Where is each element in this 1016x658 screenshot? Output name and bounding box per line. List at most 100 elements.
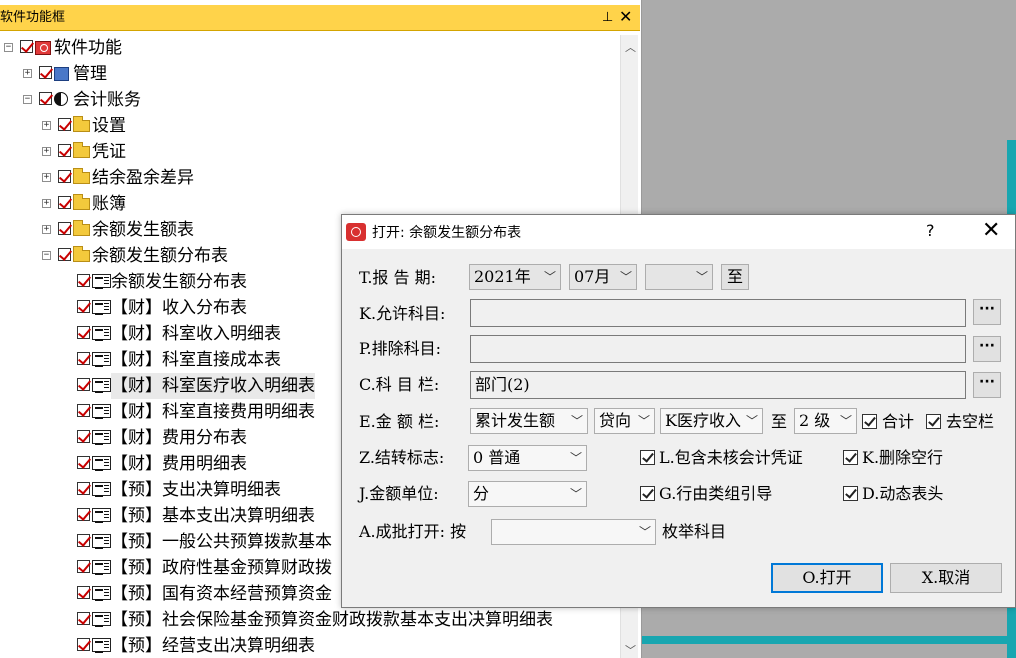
delete-empty-rows-checkbox[interactable] — [843, 450, 858, 465]
tree-item[interactable]: − 软件功能 — [0, 35, 620, 61]
tree-item-label: 账簿 — [92, 194, 126, 214]
tree-item[interactable]: + 管理 — [0, 61, 620, 87]
chevron-down-icon: ﹀ — [569, 451, 582, 465]
tree-item[interactable]: 【预】社会保险基金预算资金财政拨款基本支出决算明细表 — [0, 607, 620, 633]
group-guide-checkbox[interactable] — [640, 486, 655, 501]
tree-item-checkbox[interactable] — [77, 378, 90, 391]
close-button[interactable]: ✕ — [982, 218, 1000, 243]
tree-item-checkbox[interactable] — [77, 482, 90, 495]
batch-open-select[interactable]: ﹀ — [491, 519, 656, 545]
report-icon — [92, 638, 111, 653]
amount-unit-select[interactable]: 分 ﹀ — [468, 481, 587, 507]
tree-item[interactable]: + 凭证 — [0, 139, 620, 165]
tree-item-checkbox[interactable] — [77, 326, 90, 339]
direction-select[interactable]: 贷向 ﹀ — [594, 408, 655, 434]
tree-item-checkbox[interactable] — [77, 534, 90, 547]
tree-item-checkbox[interactable] — [39, 92, 52, 105]
delete-empty-rows-label: K.删除空行 — [862, 448, 944, 467]
cancel-button[interactable]: X.取消 — [890, 563, 1002, 593]
expand-icon[interactable]: + — [42, 147, 51, 156]
amount-item-select[interactable]: K医疗收入 ﹀ — [660, 408, 763, 434]
include-unaudited-checkbox[interactable] — [640, 450, 655, 465]
tree-item-checkbox[interactable] — [77, 274, 90, 287]
tree-item-checkbox[interactable] — [77, 404, 90, 417]
open-button[interactable]: O.打开 — [771, 563, 883, 593]
period-label: T.报 告 期: — [359, 268, 436, 287]
expand-icon[interactable]: + — [42, 199, 51, 208]
tree-item-checkbox[interactable] — [77, 560, 90, 573]
tree-item[interactable]: + 设置 — [0, 113, 620, 139]
remove-empty-col-label: 去空栏 — [946, 412, 995, 431]
tree-item-label: 【财】收入分布表 — [111, 298, 247, 318]
carry-flag-select[interactable]: 0 普通 ﹀ — [468, 445, 587, 471]
folder-icon — [73, 194, 90, 210]
tree-item-checkbox[interactable] — [58, 222, 71, 235]
expand-icon[interactable]: + — [23, 69, 32, 78]
tree-item-checkbox[interactable] — [77, 430, 90, 443]
exclude-subject-label: P.排除科目: — [359, 339, 442, 358]
pin-icon[interactable]: ⊥ — [602, 5, 613, 31]
tree-item-checkbox[interactable] — [77, 586, 90, 599]
report-icon — [92, 404, 111, 419]
amount-column-label: E.金 额 栏: — [359, 412, 440, 431]
year-select[interactable]: 2021年 ﹀ — [469, 264, 561, 290]
tree-item-label: 【预】一般公共预算拨款基本 — [111, 532, 332, 552]
tree-item-label: 设置 — [92, 116, 126, 136]
help-button[interactable]: ? — [926, 221, 935, 240]
subject-column-input[interactable]: 部门(2) — [470, 371, 966, 399]
group-guide-label: G.行由类组引导 — [659, 484, 773, 503]
subject-column-browse-button[interactable]: ··· — [973, 372, 1001, 398]
exclude-subject-browse-button[interactable]: ··· — [973, 336, 1001, 362]
tree-item[interactable]: 【预】经营支出决算明细表 — [0, 633, 620, 658]
level-select[interactable]: 2 级 ﹀ — [794, 408, 857, 434]
scroll-down-icon[interactable]: ﹀ — [625, 642, 636, 658]
tree-item-checkbox[interactable] — [77, 508, 90, 521]
level-value: 2 级 — [799, 411, 831, 430]
tree-item-checkbox[interactable] — [77, 638, 90, 651]
tree-item-checkbox[interactable] — [39, 66, 52, 79]
chevron-down-icon: ﹀ — [637, 414, 650, 428]
tree-item-checkbox[interactable] — [20, 40, 33, 53]
tree-item-label: 余额发生额分布表 — [92, 246, 228, 266]
period-end-select[interactable]: ﹀ — [645, 264, 713, 290]
tree-item-label: 【财】科室医疗收入明细表 — [111, 373, 315, 399]
report-icon — [92, 560, 111, 575]
tree-item-checkbox[interactable] — [77, 352, 90, 365]
tree-item-checkbox[interactable] — [77, 456, 90, 469]
allow-subject-input[interactable] — [470, 299, 966, 327]
collapse-icon[interactable]: − — [4, 43, 13, 52]
tree-item-checkbox[interactable] — [58, 118, 71, 131]
expand-icon[interactable]: + — [42, 173, 51, 182]
exclude-subject-input[interactable] — [470, 335, 966, 363]
tree-item[interactable]: − 会计账务 — [0, 87, 620, 113]
amount-type-select[interactable]: 累计发生额 ﹀ — [470, 408, 588, 434]
tree-item-checkbox[interactable] — [58, 170, 71, 183]
tree-item-checkbox[interactable] — [58, 144, 71, 157]
month-select[interactable]: 07月 ﹀ — [569, 264, 637, 290]
report-icon — [92, 586, 111, 601]
close-icon[interactable]: ✕ — [619, 4, 632, 30]
tree-item-label: 【财】费用分布表 — [111, 428, 247, 448]
tree-item-label: 会计账务 — [73, 90, 141, 110]
tree-item-checkbox[interactable] — [77, 300, 90, 313]
chevron-down-icon: ﹀ — [745, 414, 758, 428]
tree-item-checkbox[interactable] — [77, 612, 90, 625]
tree-item-checkbox[interactable] — [58, 196, 71, 209]
mgr-icon — [54, 67, 69, 81]
to-button[interactable]: 至 — [721, 264, 749, 290]
scroll-up-icon[interactable]: ︿ — [625, 39, 636, 55]
dynamic-header-checkbox[interactable] — [843, 486, 858, 501]
tree-item-checkbox[interactable] — [58, 248, 71, 261]
remove-empty-col-checkbox[interactable] — [926, 414, 941, 429]
collapse-icon[interactable]: − — [42, 251, 51, 260]
tree-item-label: 管理 — [73, 64, 107, 84]
tree-item-label: 凭证 — [92, 142, 126, 162]
collapse-icon[interactable]: − — [23, 95, 32, 104]
allow-subject-browse-button[interactable]: ··· — [973, 299, 1001, 325]
expand-icon[interactable]: + — [42, 225, 51, 234]
total-checkbox[interactable] — [862, 414, 877, 429]
expand-icon[interactable]: + — [42, 121, 51, 130]
report-icon — [92, 430, 111, 445]
tree-item[interactable]: + 结余盈余差异 — [0, 165, 620, 191]
tree-item-label: 【财】科室直接费用明细表 — [111, 402, 315, 422]
